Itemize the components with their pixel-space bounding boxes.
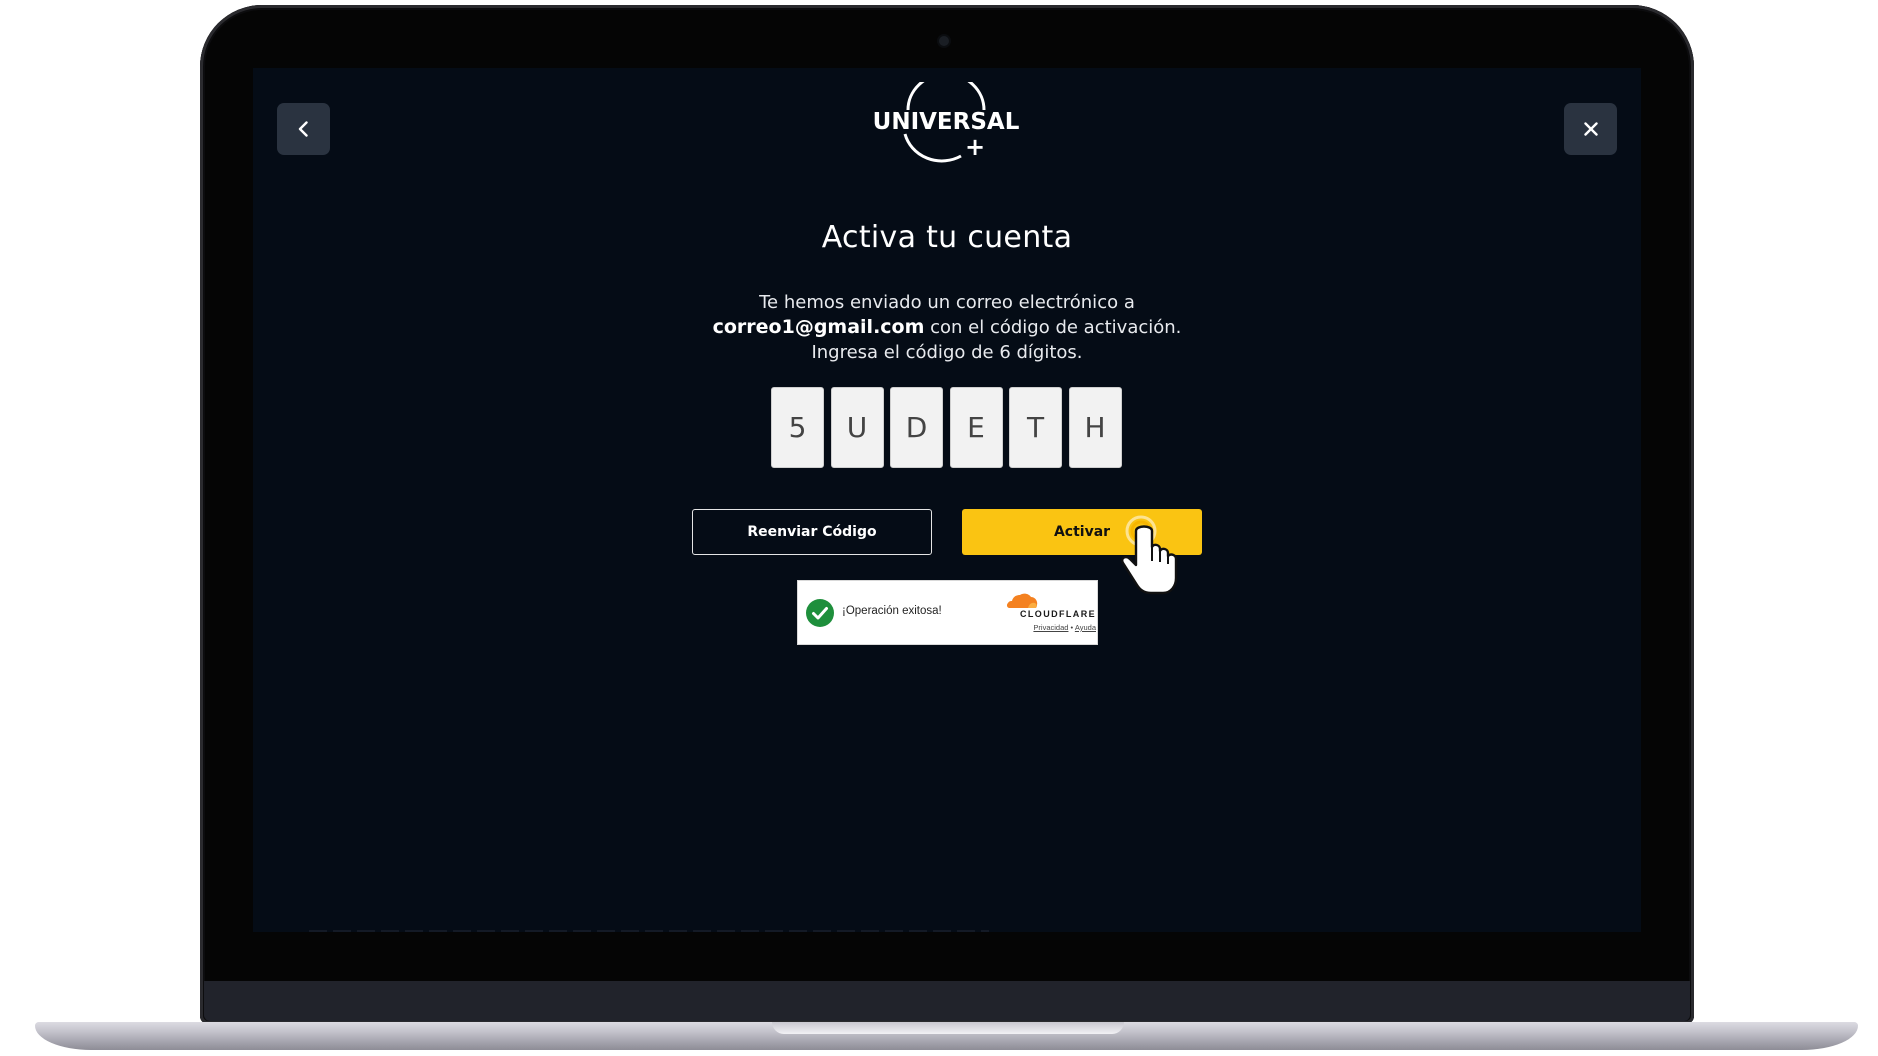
- code-digit-4[interactable]: E: [949, 387, 1003, 468]
- instructions-line-2: correo1@gmail.com con el código de activ…: [253, 315, 1641, 340]
- instructions-line-2-suffix: con el código de activación.: [924, 317, 1182, 338]
- activation-instructions: Te hemos enviado un correo electrónico a…: [253, 290, 1641, 365]
- close-icon: [1583, 122, 1598, 136]
- faded-background-text: [309, 930, 989, 932]
- success-check-icon: [806, 599, 834, 627]
- help-link[interactable]: Ayuda: [1075, 623, 1096, 632]
- cloudflare-cloud-icon: [1006, 593, 1038, 608]
- cloudflare-brand: CLOUDFLARE: [1020, 609, 1096, 619]
- laptop-base-notch: [772, 1022, 1124, 1034]
- code-digit-3[interactable]: D: [890, 387, 943, 468]
- email-address: correo1@gmail.com: [712, 316, 925, 338]
- laptop-bezel-bottom: [204, 981, 1690, 1021]
- hand-pointer-icon: [1121, 515, 1178, 595]
- logo-plus: +: [965, 133, 985, 161]
- resend-code-button[interactable]: Reenviar Código: [692, 509, 932, 555]
- code-digit-6[interactable]: H: [1068, 387, 1122, 468]
- code-input-group: 5 U D E T H: [771, 387, 1122, 468]
- code-digit-5[interactable]: T: [1009, 387, 1062, 468]
- instructions-line-1: Te hemos enviado un correo electrónico a: [759, 292, 1135, 313]
- instructions-line-3: Ingresa el código de 6 dígitos.: [811, 342, 1083, 363]
- logo-text: UNIVERSAL: [873, 109, 1019, 135]
- captcha-links: Privacidad • Ayuda: [998, 623, 1096, 632]
- code-digit-1[interactable]: 5: [771, 387, 824, 468]
- code-digit-2[interactable]: U: [830, 387, 884, 468]
- captcha-status-text: ¡Operación exitosa!: [842, 605, 942, 617]
- cloudflare-turnstile-widget[interactable]: ¡Operación exitosa! CLOUDFLARE Privacida…: [797, 580, 1098, 645]
- privacy-link[interactable]: Privacidad: [1033, 623, 1068, 632]
- link-separator: •: [1070, 623, 1074, 632]
- back-button[interactable]: [277, 103, 330, 155]
- close-button[interactable]: [1564, 103, 1617, 155]
- universal-plus-logo: UNIVERSAL +: [873, 72, 1020, 168]
- chevron-left-icon: [298, 121, 308, 137]
- page-title: Activa tu cuenta: [821, 220, 1073, 255]
- screen: UNIVERSAL + Activa tu cuenta Te hemos en…: [253, 68, 1641, 932]
- camera-icon: [939, 36, 949, 46]
